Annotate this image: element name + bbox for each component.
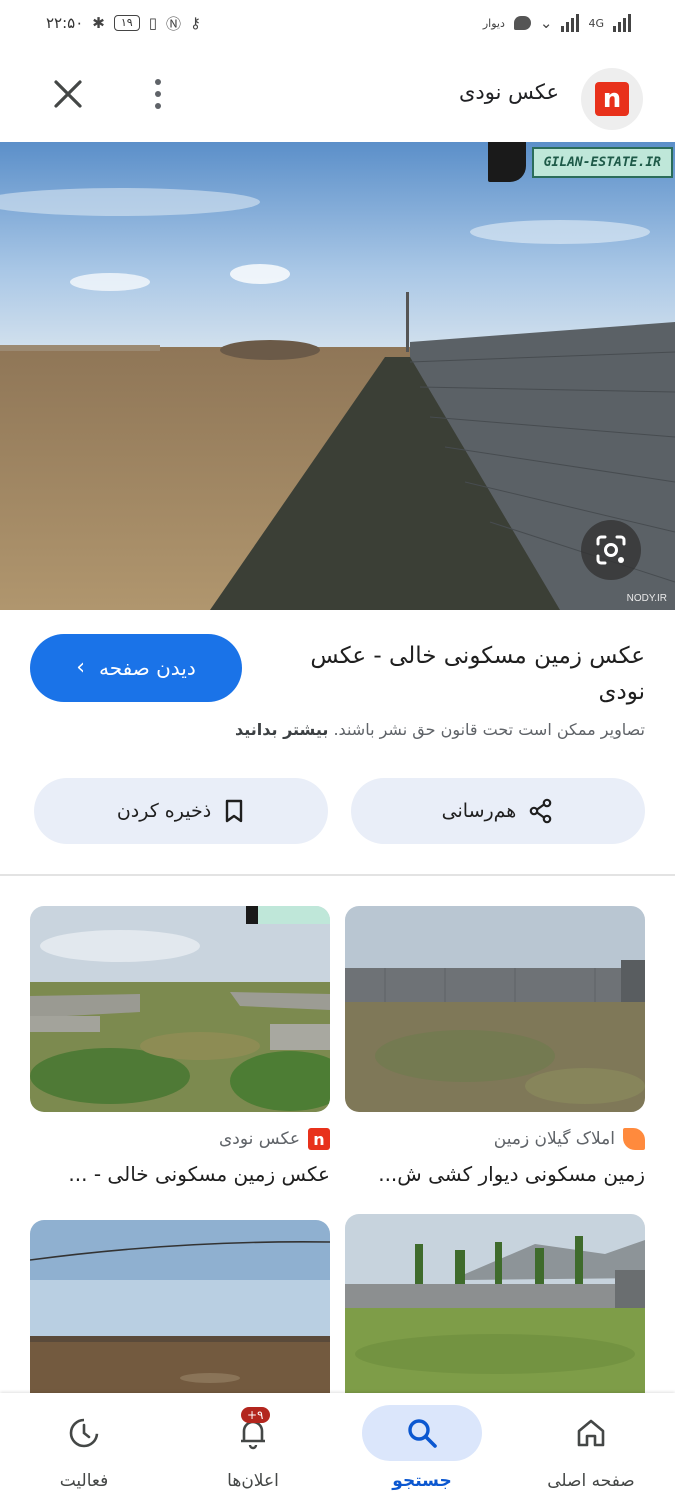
result-photo-1 [345,906,645,1112]
nav-notifications-icon-wrap: +۹ [193,1405,313,1461]
signal-icon [561,14,580,32]
bookmark-icon [225,799,243,823]
source-name: عکس نودی [219,1129,300,1149]
close-icon [54,80,82,108]
nav-search-label: جستجو [392,1471,452,1491]
carrier-label: دیوار [482,16,505,30]
status-time: ۲۲:۵۰ [46,14,84,32]
site-logo-icon: n [595,82,629,116]
key-icon: ⚷ [189,14,201,32]
bluetooth-icon: ✱ [92,14,105,32]
nav-notifications-label: اعلان‌ها [227,1471,279,1491]
result-card[interactable]: املاک گیلان زمین زمین مسکونی دیوار کشی ش… [345,906,645,1186]
result-photo-4 [30,1220,330,1393]
nav-home-icon-wrap [531,1405,651,1461]
hero-image[interactable]: GILAN-ESTATE.IR NODY.IR [0,142,675,610]
visit-page-label: دیدن صفحه [99,656,196,680]
bottom-navigation: صفحه اصلی جستجو +۹ اعلان‌ها فعالیت [0,1393,675,1500]
result-thumbnail[interactable] [30,906,330,1112]
site-name: عکس نودی [458,80,559,104]
result-photo-3 [345,1214,645,1393]
result-photo-2 [30,906,330,1112]
hero-photo [0,142,675,610]
nfc-icon: Ⓝ [165,14,181,33]
result-title[interactable]: زمین مسکونی دیوار کشی ش... [345,1162,645,1186]
nav-activity[interactable]: فعالیت [0,1393,168,1500]
activity-history-icon [69,1418,99,1448]
save-label: ذخیره کردن [116,800,212,822]
info-panel: عکس زمین مسکونی خالی - عکس نودی ‹ دیدن ص… [0,610,675,875]
result-thumbnail[interactable] [30,1220,330,1393]
share-label: هم‌رسانی [441,800,517,822]
chevron-left-icon: ‹ [76,655,86,680]
network-type: 4G [588,16,604,30]
result-source: املاک گیلان زمین [345,1128,645,1150]
watermark-text: GILAN-ESTATE.IR [531,146,673,178]
share-button[interactable]: هم‌رسانی [351,778,645,844]
share-icon [530,798,552,824]
image-title: عکس زمین مسکونی خالی - عکس نودی [310,643,645,705]
source-logo-icon [623,1128,645,1150]
lens-search-button[interactable] [581,520,641,580]
watermark: GILAN-ESTATE.IR [487,142,673,182]
result-source: عکس نودی n [30,1128,330,1150]
home-icon [577,1419,605,1447]
nav-home-label: صفحه اصلی [547,1471,635,1491]
corner-watermark: NODY.IR [626,593,667,604]
result-thumbnail[interactable] [345,1214,645,1393]
notice-text: تصاویر ممکن است تحت قانون حق نشر باشند. [333,720,645,739]
nav-home[interactable]: صفحه اصلی [507,1393,675,1500]
battery-icon: ۱۹ [113,15,140,31]
save-button[interactable]: ذخیره کردن [34,778,328,844]
more-options-button[interactable] [148,74,168,114]
result-card[interactable] [345,1214,645,1393]
nav-search[interactable]: جستجو [338,1393,506,1500]
status-right: دیوار ⌄ 4G [483,14,631,32]
copyright-notice: تصاویر ممکن است تحت قانون حق نشر باشند. … [235,720,645,739]
nav-search-icon-wrap [362,1405,482,1461]
watermark-logo-icon [487,142,526,182]
source-name: املاک گیلان زمین [493,1129,615,1149]
learn-more-link[interactable]: بیشتر بدانید [235,720,328,739]
section-divider [0,874,675,876]
nav-notifications[interactable]: +۹ اعلان‌ها [169,1393,337,1500]
result-title[interactable]: عکس زمین مسکونی خالی - ... [30,1162,330,1186]
source-logo-icon: n [308,1128,330,1150]
result-thumbnail[interactable] [345,906,645,1112]
vibrate-icon: ▯ [148,14,157,32]
nav-activity-label: فعالیت [59,1471,109,1491]
lens-icon [596,535,626,565]
result-card[interactable]: عکس نودی n عکس زمین مسکونی خالی - ... [30,906,330,1186]
chat-icon [513,16,531,30]
notification-arrow-icon: ⌄ [539,14,553,32]
visit-page-button[interactable]: ‹ دیدن صفحه [30,634,242,702]
notification-count-badge: +۹ [241,1407,270,1423]
nav-activity-icon-wrap [24,1405,144,1461]
close-button[interactable] [48,74,88,114]
search-icon [408,1419,437,1448]
site-badge[interactable]: n [581,68,643,130]
signal-icon-2 [613,14,631,32]
header: عکس نودی n [0,46,675,142]
status-left: ۲۲:۵۰ ✱ ۱۹ ▯ Ⓝ ⚷ [46,13,201,34]
status-bar: ۲۲:۵۰ ✱ ۱۹ ▯ Ⓝ ⚷ دیوار ⌄ 4G [0,0,675,46]
result-card[interactable] [30,1220,330,1393]
